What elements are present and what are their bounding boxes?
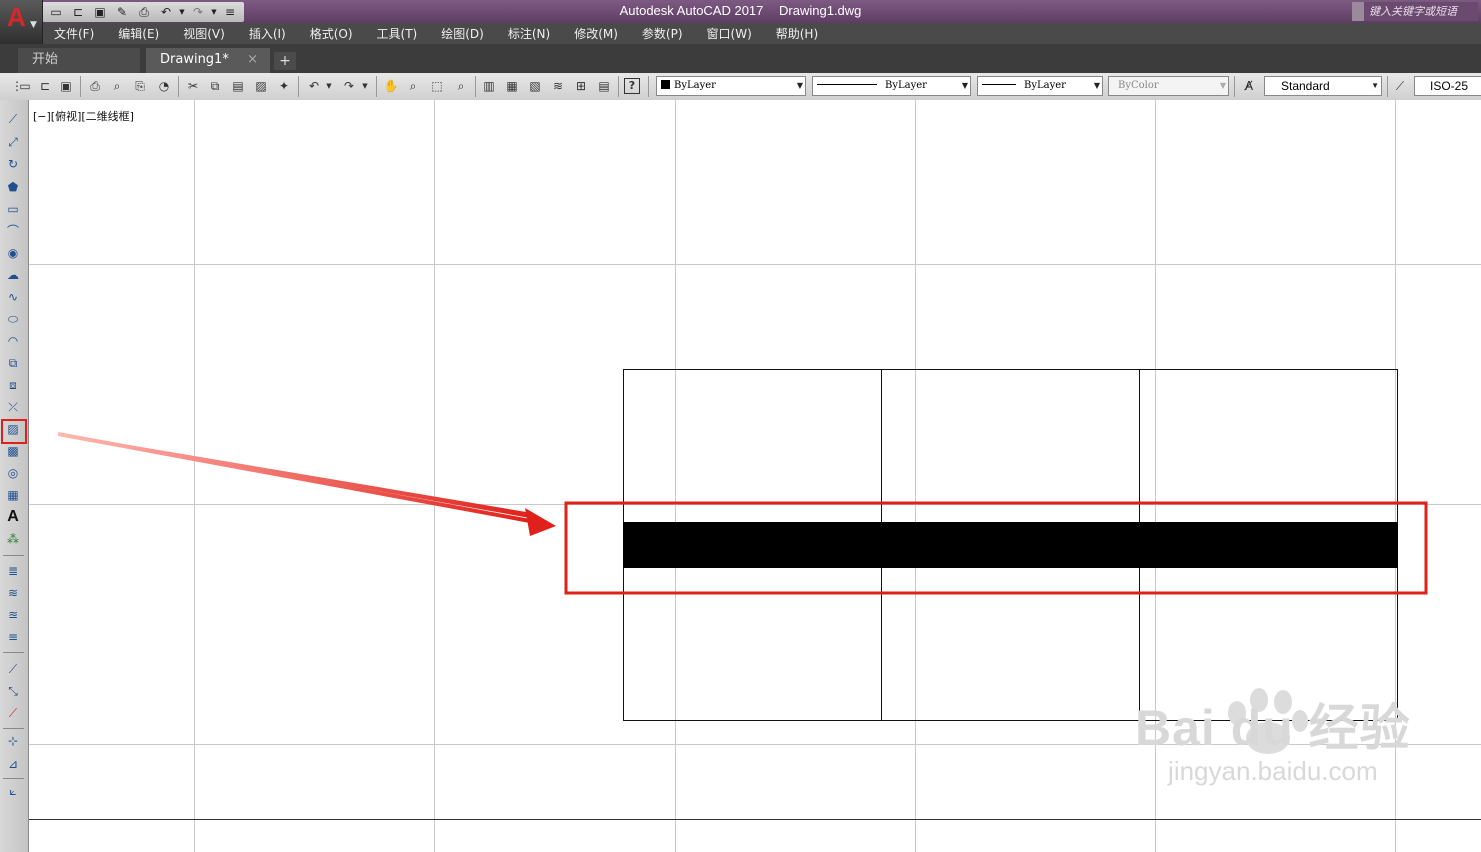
solid-hatch-band xyxy=(623,522,1398,568)
application-menu-button[interactable]: A ▼ xyxy=(0,0,43,44)
autocad-logo-icon: A xyxy=(7,2,26,32)
watermark-main: Bai du 经验 xyxy=(1135,700,1411,756)
watermark: Bai du 经验 jingyan.baidu.com xyxy=(1135,688,1411,787)
chevron-down-icon: ▼ xyxy=(30,20,37,30)
watermark-url: jingyan.baidu.com xyxy=(1168,756,1378,786)
viewport-controls[interactable]: [−][俯视][二维线框] xyxy=(33,108,134,124)
annotation-arrow xyxy=(57,432,556,536)
